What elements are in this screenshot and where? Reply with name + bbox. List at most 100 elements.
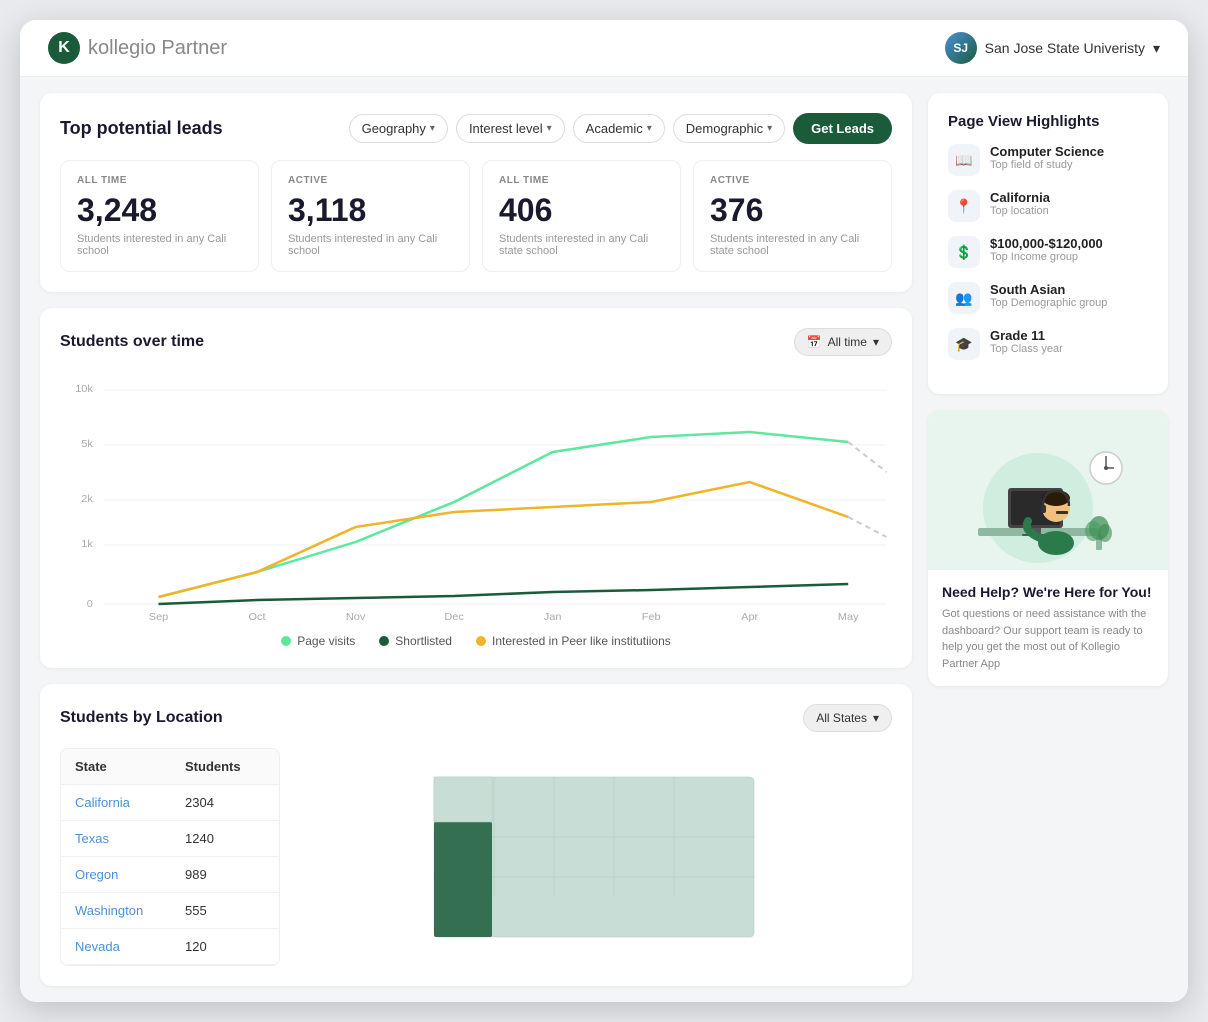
- legend-dot-shortlisted: [379, 636, 389, 646]
- stat-badge-2: ALL TIME: [499, 175, 664, 186]
- university-selector[interactable]: SJ San Jose State Univeristy ▾: [945, 32, 1160, 64]
- chevron-down-icon: ▾: [1153, 40, 1160, 57]
- app-window: K kollegio Partner SJ San Jose State Uni…: [20, 20, 1188, 1002]
- page-view-card: Page View Highlights 📖 Computer Science …: [928, 93, 1168, 394]
- stat-number-2: 406: [499, 192, 664, 229]
- chevron-down-icon: ▾: [873, 335, 879, 349]
- all-states-button[interactable]: All States ▾: [803, 704, 892, 732]
- chart-legend: Page visits Shortlisted Interested in Pe…: [60, 634, 892, 648]
- state-name: Nevada: [75, 939, 185, 954]
- stat-card-1: ACTIVE 3,118 Students interested in any …: [271, 160, 470, 272]
- left-column: Top potential leads Geography ▾ Interest…: [40, 93, 912, 986]
- svg-text:1k: 1k: [81, 539, 93, 549]
- highlight-sub-0: Top field of study: [990, 159, 1104, 171]
- state-count: 989: [185, 867, 265, 882]
- table-row: California 2304: [61, 785, 279, 821]
- highlight-sub-1: Top location: [990, 205, 1050, 217]
- logo-text: kollegio Partner: [88, 37, 227, 60]
- get-leads-button[interactable]: Get Leads: [793, 113, 892, 144]
- legend-page-visits: Page visits: [281, 634, 355, 648]
- dollar-icon: 💲: [948, 236, 980, 268]
- highlight-sub-3: Top Demographic group: [990, 297, 1107, 309]
- help-title: Need Help? We're Here for You!: [942, 584, 1154, 600]
- top-leads-card: Top potential leads Geography ▾ Interest…: [40, 93, 912, 292]
- help-card: Need Help? We're Here for You! Got quest…: [928, 410, 1168, 686]
- svg-text:Feb: Feb: [642, 612, 661, 622]
- table-row: Texas 1240: [61, 821, 279, 857]
- line-chart: 10k 5k 2k 1k 0 Sep Oct: [60, 372, 892, 622]
- table-row: Oregon 989: [61, 857, 279, 893]
- interest-filter[interactable]: Interest level ▾: [456, 114, 565, 143]
- svg-text:0: 0: [87, 599, 93, 609]
- highlight-main-3: South Asian: [990, 282, 1107, 297]
- us-map: [414, 757, 774, 957]
- time-filter-button[interactable]: 📅 All time ▾: [794, 328, 892, 356]
- help-content: Need Help? We're Here for You! Got quest…: [928, 570, 1168, 686]
- page-view-title: Page View Highlights: [948, 113, 1148, 130]
- state-name: Oregon: [75, 867, 185, 882]
- stat-card-2: ALL TIME 406 Students interested in any …: [482, 160, 681, 272]
- chart-title: Students over time: [60, 333, 204, 351]
- right-column: Page View Highlights 📖 Computer Science …: [928, 93, 1168, 986]
- svg-text:Sep: Sep: [149, 612, 169, 622]
- main-content: Top potential leads Geography ▾ Interest…: [20, 77, 1188, 1002]
- logo-partner: Partner: [161, 37, 227, 59]
- highlight-item-4: 🎓 Grade 11 Top Class year: [948, 328, 1148, 360]
- filters-area: Geography ▾ Interest level ▾ Academic ▾: [349, 113, 892, 144]
- demographic-icon: 👥: [948, 282, 980, 314]
- legend-label-peer: Interested in Peer like institutiions: [492, 634, 671, 648]
- svg-text:2k: 2k: [81, 494, 93, 504]
- chart-area: 10k 5k 2k 1k 0 Sep Oct: [60, 372, 892, 622]
- support-illustration: [948, 413, 1148, 568]
- location-pin-icon: 📍: [948, 190, 980, 222]
- svg-text:Oct: Oct: [249, 612, 266, 622]
- state-col-header: State: [75, 759, 185, 774]
- help-illustration: [928, 410, 1168, 570]
- table-row: Washington 555: [61, 893, 279, 929]
- chart-header: Students over time 📅 All time ▾: [60, 328, 892, 356]
- demographic-filter[interactable]: Demographic ▾: [673, 114, 785, 143]
- highlight-main-4: Grade 11: [990, 328, 1063, 343]
- stat-number-1: 3,118: [288, 192, 453, 229]
- students-col-header: Students: [185, 759, 265, 774]
- stat-card-3: ACTIVE 376 Students interested in any Ca…: [693, 160, 892, 272]
- table-row: Nevada 120: [61, 929, 279, 965]
- svg-text:Dec: Dec: [444, 612, 463, 622]
- location-card: Students by Location All States ▾ State …: [40, 684, 912, 986]
- all-states-label: All States: [816, 711, 867, 725]
- legend-label-page-visits: Page visits: [297, 634, 355, 648]
- graduation-icon: 🎓: [948, 328, 980, 360]
- university-name: San Jose State Univeristy: [985, 40, 1145, 56]
- state-count: 2304: [185, 795, 265, 810]
- svg-text:Nov: Nov: [346, 612, 366, 622]
- highlight-main-2: $100,000-$120,000: [990, 236, 1103, 251]
- chevron-down-icon: ▾: [873, 711, 879, 725]
- stat-desc-2: Students interested in any Cali state sc…: [499, 233, 664, 257]
- chart-card: Students over time 📅 All time ▾ 10k 5k 2…: [40, 308, 912, 668]
- stat-desc-1: Students interested in any Cali school: [288, 233, 453, 257]
- svg-text:Apr: Apr: [741, 612, 759, 622]
- stat-desc-3: Students interested in any Cali state sc…: [710, 233, 875, 257]
- location-title: Students by Location: [60, 709, 223, 727]
- highlight-main-1: California: [990, 190, 1050, 205]
- calendar-icon: 📅: [807, 335, 822, 349]
- stats-grid: ALL TIME 3,248 Students interested in an…: [60, 160, 892, 272]
- top-leads-header: Top potential leads Geography ▾ Interest…: [60, 113, 892, 144]
- geography-filter[interactable]: Geography ▾: [349, 114, 448, 143]
- state-table: State Students California 2304 Texas 124…: [60, 748, 280, 966]
- state-count: 120: [185, 939, 265, 954]
- stat-badge-1: ACTIVE: [288, 175, 453, 186]
- chevron-down-icon: ▾: [647, 123, 652, 134]
- state-count: 1240: [185, 831, 265, 846]
- stat-number-3: 376: [710, 192, 875, 229]
- svg-text:May: May: [838, 612, 859, 622]
- legend-dot-peer: [476, 636, 486, 646]
- time-filter-label: All time: [828, 335, 867, 349]
- highlight-item-2: 💲 $100,000-$120,000 Top Income group: [948, 236, 1148, 268]
- svg-text:Jan: Jan: [544, 612, 562, 622]
- help-description: Got questions or need assistance with th…: [942, 606, 1154, 672]
- header: K kollegio Partner SJ San Jose State Uni…: [20, 20, 1188, 77]
- us-map-area: [296, 748, 892, 966]
- academic-filter[interactable]: Academic ▾: [573, 114, 665, 143]
- location-content: State Students California 2304 Texas 124…: [60, 748, 892, 966]
